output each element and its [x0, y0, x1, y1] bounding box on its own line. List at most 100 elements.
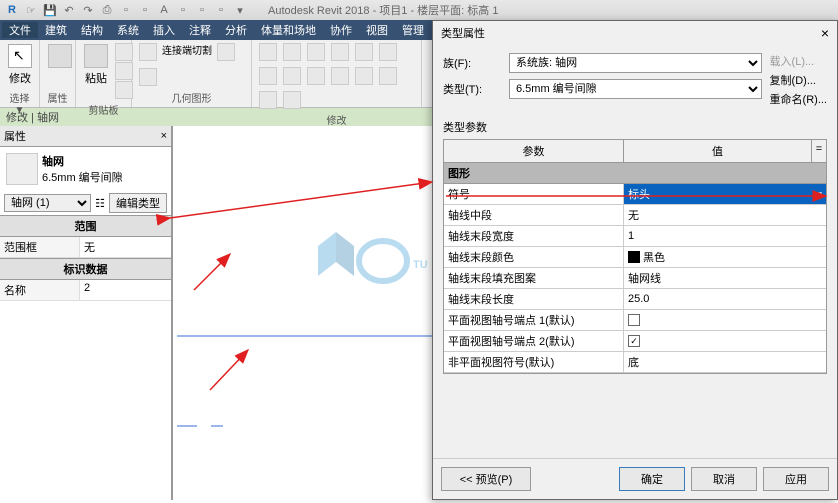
save-icon[interactable]: 💾	[42, 2, 58, 18]
tab-mass[interactable]: 体量和场地	[254, 22, 323, 38]
title-bar: R ☞ 💾 ↶ ↷ ⎙ ▫ ▫ A ▫ ▫ ▫ ▾ Autodesk Revit…	[0, 0, 838, 20]
cut-icon[interactable]	[115, 43, 133, 61]
mod-icon[interactable]	[283, 43, 301, 61]
mod-icon[interactable]	[379, 67, 397, 85]
tab-insert[interactable]: 插入	[146, 22, 182, 38]
geom-icon[interactable]	[139, 68, 157, 86]
mod-icon[interactable]	[331, 67, 349, 85]
type-name: 轴网	[42, 153, 123, 169]
param-row[interactable]: 轴线末段长度25.0	[444, 289, 826, 310]
edit-type-button[interactable]: 编辑类型	[109, 193, 167, 213]
tab-struct[interactable]: 结构	[74, 22, 110, 38]
type-subtype: 6.5mm 编号间隙	[42, 169, 123, 185]
checkbox[interactable]	[628, 314, 640, 326]
param-row[interactable]: 非平面视图符号(默认)底	[444, 352, 826, 373]
param-row[interactable]: 平面视图轴号端点 1(默认)	[444, 310, 826, 331]
chevron-down-icon[interactable]: ▾	[816, 188, 822, 201]
prop-val[interactable]: 无	[80, 237, 171, 257]
qat-icon[interactable]: ▫	[118, 2, 134, 18]
mod-icon[interactable]	[307, 67, 325, 85]
properties-title: 属性 ×	[0, 126, 171, 147]
type-properties-dialog: 类型属性 × 族(F): 系统族: 轴网 类型(T): 6.5mm 编号间隙 载…	[432, 20, 838, 500]
panel-modify: 修改	[258, 110, 415, 127]
params-label: 类型参数	[443, 119, 827, 135]
close-icon[interactable]: ×	[821, 25, 829, 41]
panel-props: 属性	[46, 88, 69, 105]
geom-icon[interactable]	[217, 43, 235, 61]
properties-panel: 属性 × 轴网 6.5mm 编号间隙 轴网 (1) ☷ 编辑类型 范围 范围框无…	[0, 126, 172, 500]
tab-manage[interactable]: 管理	[395, 22, 431, 38]
prop-key: 名称	[0, 280, 80, 300]
mod-icon[interactable]	[259, 67, 277, 85]
tab-collab[interactable]: 协作	[323, 22, 359, 38]
type-select[interactable]: 6.5mm 编号间隙	[509, 79, 762, 99]
qat-icon[interactable]: A	[156, 2, 172, 18]
param-row[interactable]: 轴线末段宽度1	[444, 226, 826, 247]
mod-icon[interactable]	[259, 43, 277, 61]
qat-dropdown-icon[interactable]: ▾	[232, 2, 248, 18]
filter-icon[interactable]: ☷	[95, 197, 105, 210]
tab-analyze[interactable]: 分析	[218, 22, 254, 38]
mod-icon[interactable]	[355, 43, 373, 61]
duplicate-button[interactable]: 复制(D)...	[770, 72, 827, 88]
mod-icon[interactable]	[283, 67, 301, 85]
preview-button[interactable]: << 预览(P)	[441, 467, 531, 491]
qat-icon[interactable]: ▫	[213, 2, 229, 18]
param-row[interactable]: 平面视图轴号端点 2(默认)✓	[444, 331, 826, 352]
dialog-title: 类型属性	[441, 25, 485, 41]
group-id: 标识数据	[0, 258, 171, 280]
mod-icon[interactable]	[259, 91, 277, 109]
col-param: 参数	[444, 140, 624, 162]
param-row[interactable]: 轴线末段颜色黑色	[444, 247, 826, 268]
type-selector[interactable]: 轴网 6.5mm 编号间隙	[0, 147, 171, 191]
panel-geometry: 几何图形	[138, 88, 245, 105]
open-icon[interactable]: ☞	[23, 2, 39, 18]
rename-button[interactable]: 重命名(R)...	[770, 91, 827, 107]
paste-button[interactable]: 粘贴	[82, 42, 110, 88]
match-icon[interactable]	[115, 81, 133, 99]
apply-button[interactable]: 应用	[763, 467, 829, 491]
checkbox-checked[interactable]: ✓	[628, 335, 640, 347]
tab-view[interactable]: 视图	[359, 22, 395, 38]
mod-icon[interactable]	[379, 43, 397, 61]
window-title: Autodesk Revit 2018 - 项目1 - 楼层平面: 标高 1	[268, 2, 498, 18]
param-row-symbol[interactable]: 符号 标头▾	[444, 184, 826, 205]
tab-file[interactable]: 文件	[2, 22, 38, 38]
mod-icon[interactable]	[331, 43, 349, 61]
prop-val[interactable]: 2	[80, 280, 171, 300]
instance-select[interactable]: 轴网 (1)	[4, 194, 91, 212]
qat-icon[interactable]: ▫	[175, 2, 191, 18]
param-row[interactable]: 轴线中段无	[444, 205, 826, 226]
params-table: 参数 值 = 图形 符号 标头▾ 轴线中段无 轴线末段宽度1 轴线末段颜色黑色 …	[443, 139, 827, 374]
cancel-button[interactable]: 取消	[691, 467, 757, 491]
family-label: 族(F):	[443, 55, 503, 71]
group-graphics: 图形	[444, 163, 826, 184]
mod-icon[interactable]	[283, 91, 301, 109]
properties-button[interactable]	[46, 42, 74, 70]
panel-clipboard: 剪贴板	[82, 100, 125, 117]
type-label: 类型(T):	[443, 81, 503, 97]
redo-icon[interactable]: ↷	[80, 2, 96, 18]
undo-icon[interactable]: ↶	[61, 2, 77, 18]
print-icon[interactable]: ⎙	[99, 2, 115, 18]
geom-icon[interactable]	[139, 43, 157, 61]
tab-arch[interactable]: 建筑	[38, 22, 74, 38]
col-value: 值	[624, 140, 812, 162]
svg-text:TU: TU	[413, 259, 428, 271]
col-eq: =	[812, 140, 826, 162]
close-icon[interactable]: ×	[161, 130, 167, 142]
dialog-footer: << 预览(P) 确定 取消 应用	[433, 458, 837, 499]
ok-button[interactable]: 确定	[619, 467, 685, 491]
tab-sys[interactable]: 系统	[110, 22, 146, 38]
qat-icon[interactable]: ▫	[194, 2, 210, 18]
copy-icon[interactable]	[115, 62, 133, 80]
param-row[interactable]: 轴线末段填充图案轴网线	[444, 268, 826, 289]
tab-annot[interactable]: 注释	[182, 22, 218, 38]
modify-tool[interactable]: ↖修改	[6, 42, 34, 88]
mod-icon[interactable]	[307, 43, 325, 61]
qat-icon[interactable]: ▫	[137, 2, 153, 18]
color-swatch	[628, 251, 640, 263]
family-select[interactable]: 系统族: 轴网	[509, 53, 762, 73]
load-button[interactable]: 载入(L)...	[770, 53, 827, 69]
mod-icon[interactable]	[355, 67, 373, 85]
